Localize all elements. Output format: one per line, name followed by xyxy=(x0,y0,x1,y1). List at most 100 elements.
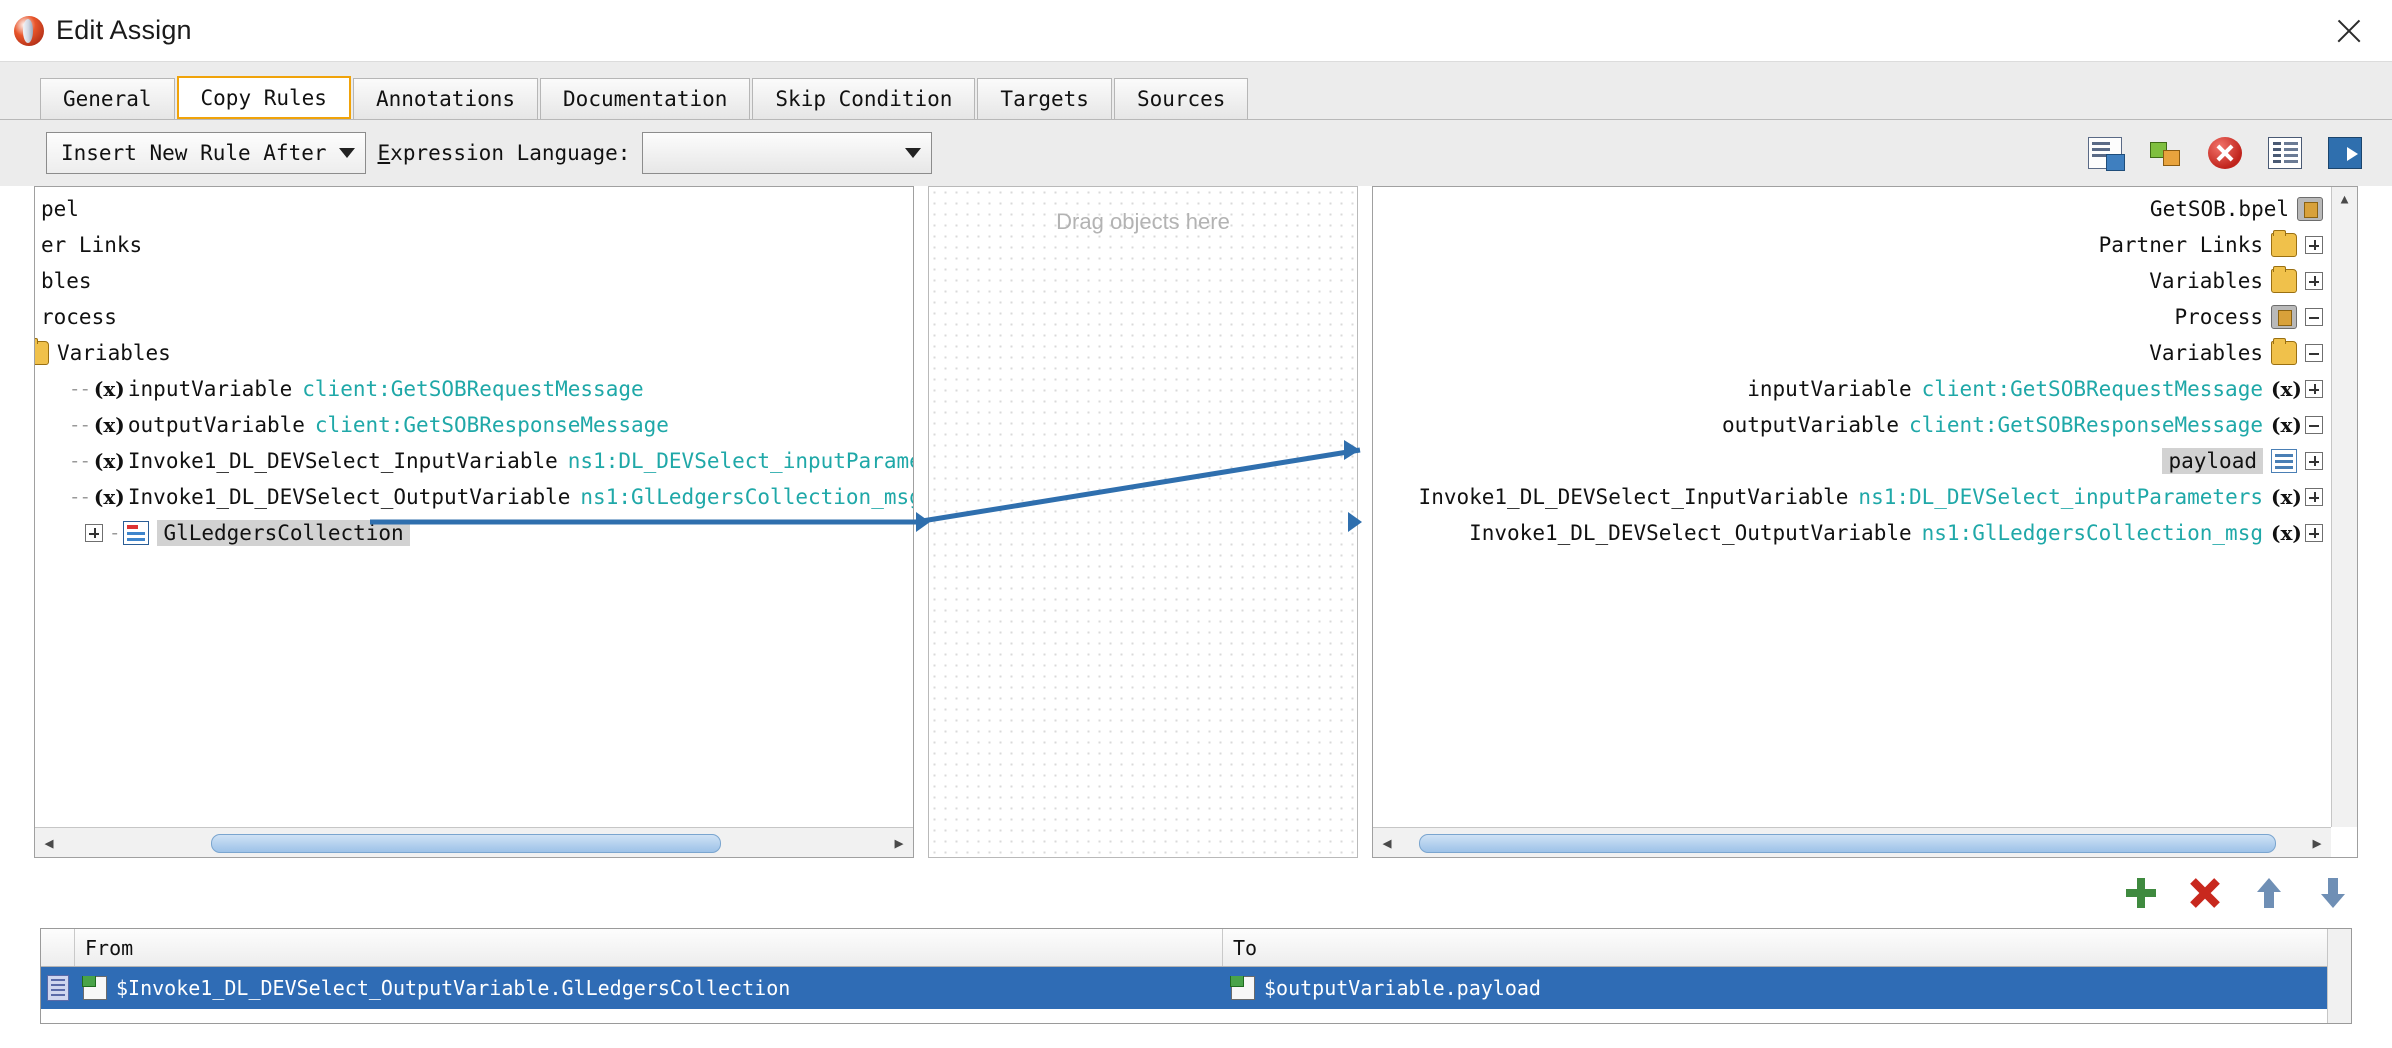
expand-node-icon[interactable] xyxy=(2305,236,2323,254)
tree-row[interactable]: -- (x) Invoke1_DL_DEVSelect_OutputVariab… xyxy=(35,479,913,515)
target-tree-vscrollbar[interactable]: ▲ xyxy=(2331,187,2357,827)
tree-row-type: client:GetSOBResponseMessage xyxy=(314,413,669,437)
tree-row[interactable]: Variables xyxy=(35,335,913,371)
rule-list-icon[interactable] xyxy=(2268,137,2302,169)
source-tree-panel[interactable]: pel er Links bles rocess Variables -- (x… xyxy=(34,186,914,858)
drop-objects-panel[interactable]: Drag objects here xyxy=(928,186,1358,858)
scroll-left-icon[interactable]: ◀ xyxy=(35,829,63,857)
scroll-up-icon[interactable]: ▲ xyxy=(2332,187,2357,211)
add-rule-button[interactable] xyxy=(2126,878,2156,908)
export-rule-icon[interactable] xyxy=(2328,137,2362,169)
expand-node-icon[interactable] xyxy=(2305,524,2323,542)
tab-label: Copy Rules xyxy=(200,85,327,110)
move-rule-down-button[interactable] xyxy=(2318,878,2348,908)
hscroll-track[interactable] xyxy=(63,832,885,854)
tree-row-label: GlLedgersCollection xyxy=(157,520,410,546)
tree-row[interactable]: er Links xyxy=(35,227,913,263)
tree-row-selected[interactable]: payload xyxy=(1373,443,2331,479)
expression-language-dropdown[interactable] xyxy=(642,132,933,174)
window-titlebar: Edit Assign xyxy=(0,0,2392,62)
copy-rules-grid[interactable]: From To $Invoke1_DL_DEVSelect_OutputVari… xyxy=(40,928,2352,1024)
variable-icon: (x) xyxy=(2271,377,2302,401)
expand-node-icon[interactable] xyxy=(85,524,103,542)
hscroll-thumb[interactable] xyxy=(1419,833,2276,853)
move-rule-up-button[interactable] xyxy=(2254,878,2284,908)
tree-row-type: client:GetSOBRequestMessage xyxy=(302,377,644,401)
hscroll-thumb[interactable] xyxy=(210,833,721,853)
bpel-assign-icon xyxy=(14,15,44,46)
expand-node-icon[interactable] xyxy=(2305,380,2323,398)
tree-row-label: inputVariable xyxy=(1747,377,1912,401)
xpath-expression-icon xyxy=(82,976,107,1000)
tree-line-icon: -- xyxy=(69,378,91,400)
scroll-left-icon[interactable]: ◀ xyxy=(1373,829,1401,857)
tab-targets[interactable]: Targets xyxy=(977,78,1112,119)
tree-row-label: outputVariable xyxy=(1721,413,1899,437)
copy-rule-icon xyxy=(47,975,69,1001)
cell-to[interactable]: $outputVariable.payload xyxy=(1223,976,2351,1000)
folder-icon xyxy=(2271,338,2297,365)
tree-row-type: ns1:DL_DEVSelect_inputParameters xyxy=(1858,485,2263,509)
tree-row[interactable]: pel xyxy=(35,191,913,227)
folder-icon xyxy=(2271,266,2297,293)
collapse-node-icon[interactable] xyxy=(2305,416,2323,434)
expand-node-icon[interactable] xyxy=(2305,272,2323,290)
chevron-down-icon xyxy=(338,148,355,158)
collapse-node-icon[interactable] xyxy=(2305,308,2323,326)
tree-row-selected[interactable]: - GlLedgersCollection xyxy=(35,515,913,551)
tree-row-label: Variables xyxy=(2149,341,2263,365)
insert-function-icon[interactable] xyxy=(2148,137,2182,169)
grid-vscrollbar[interactable] xyxy=(2327,929,2351,1023)
copy-rules-toolbar: Insert New Rule After Expression Languag… xyxy=(0,120,2392,186)
tree-row[interactable]: rocess xyxy=(35,299,913,335)
tab-general[interactable]: General xyxy=(40,78,175,119)
variable-icon: (x) xyxy=(2271,413,2302,437)
tree-row-label: pel xyxy=(41,197,79,221)
tree-row-label: Invoke1_DL_DEVSelect_InputVariable xyxy=(127,449,558,473)
tree-row[interactable]: Invoke1_DL_DEVSelect_InputVariable ns1:D… xyxy=(1373,479,2331,515)
tab-sources[interactable]: Sources xyxy=(1113,78,1249,119)
tab-skip-condition[interactable]: Skip Condition xyxy=(752,78,976,119)
tree-row[interactable]: Partner Links xyxy=(1373,227,2331,263)
hscroll-track[interactable] xyxy=(1401,832,2303,854)
tree-row[interactable]: -- (x) inputVariable client:GetSOBReques… xyxy=(35,371,913,407)
tab-documentation[interactable]: Documentation xyxy=(540,78,751,119)
scroll-right-icon[interactable]: ▶ xyxy=(2303,829,2331,857)
tree-row-type: client:GetSOBResponseMessage xyxy=(1908,413,2263,437)
scroll-right-icon[interactable]: ▶ xyxy=(885,829,913,857)
close-icon[interactable] xyxy=(2332,14,2366,48)
column-header-to[interactable]: To xyxy=(1223,929,2351,966)
insert-rule-dropdown[interactable]: Insert New Rule After xyxy=(46,132,366,174)
tree-row[interactable]: -- (x) outputVariable client:GetSOBRespo… xyxy=(35,407,913,443)
cell-from[interactable]: $Invoke1_DL_DEVSelect_OutputVariable.GlL… xyxy=(75,976,1223,1000)
tree-row[interactable]: Invoke1_DL_DEVSelect_OutputVariable ns1:… xyxy=(1373,515,2331,551)
tree-row[interactable]: GetSOB.bpel xyxy=(1373,191,2331,227)
delete-rule-button[interactable] xyxy=(2190,878,2220,908)
source-tree-hscrollbar[interactable]: ◀ ▶ xyxy=(35,827,913,857)
delete-rule-icon[interactable] xyxy=(2208,137,2242,169)
element-icon xyxy=(2271,449,2297,473)
target-tree-hscrollbar[interactable]: ◀ ▶ xyxy=(1373,827,2331,857)
expand-node-icon[interactable] xyxy=(2305,452,2323,470)
process-icon xyxy=(2297,197,2323,221)
tree-row-label: Invoke1_DL_DEVSelect_OutputVariable xyxy=(127,485,571,509)
column-header-from[interactable]: From xyxy=(75,929,1223,966)
table-row[interactable]: $Invoke1_DL_DEVSelect_OutputVariable.GlL… xyxy=(41,967,2351,1009)
tree-row-type: ns1:GlLedgersCollection_msg xyxy=(580,485,913,509)
tree-row[interactable]: inputVariable client:GetSOBRequestMessag… xyxy=(1373,371,2331,407)
tree-row[interactable]: outputVariable client:GetSOBResponseMess… xyxy=(1373,407,2331,443)
tree-row[interactable]: Variables xyxy=(1373,263,2331,299)
rule-action-bar xyxy=(2126,878,2348,908)
tree-row-type: client:GetSOBRequestMessage xyxy=(1921,377,2263,401)
insert-into-rule-icon[interactable] xyxy=(2088,137,2125,171)
expand-node-icon[interactable] xyxy=(2305,488,2323,506)
tree-row[interactable]: Process xyxy=(1373,299,2331,335)
tree-row[interactable]: bles xyxy=(35,263,913,299)
tree-row[interactable]: -- (x) Invoke1_DL_DEVSelect_InputVariabl… xyxy=(35,443,913,479)
tab-annotations[interactable]: Annotations xyxy=(352,78,539,119)
tab-copy-rules[interactable]: Copy Rules xyxy=(176,76,351,119)
variable-icon: (x) xyxy=(2271,485,2302,509)
target-tree-panel[interactable]: GetSOB.bpel Partner Links Variables Proc… xyxy=(1372,186,2358,858)
collapse-node-icon[interactable] xyxy=(2305,344,2323,362)
tree-row[interactable]: Variables xyxy=(1373,335,2331,371)
